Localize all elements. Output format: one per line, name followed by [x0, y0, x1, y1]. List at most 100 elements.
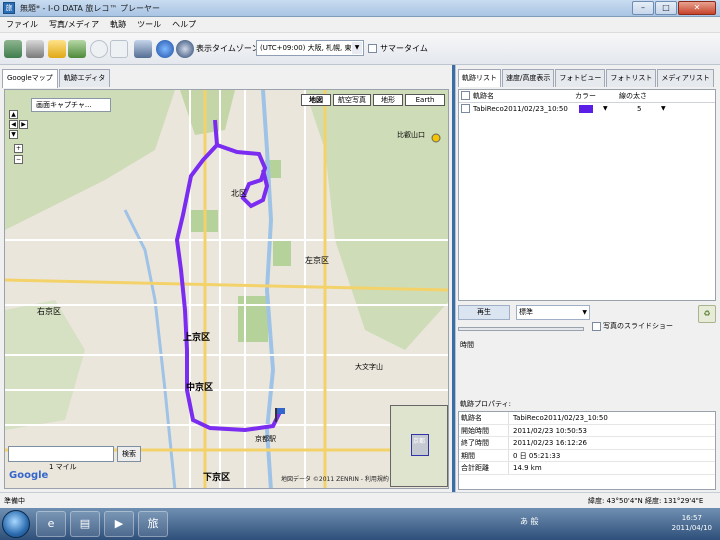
map-view[interactable]: 上京区 中京区 下京区 北区 右京区 左京区 大文字山 比叡山口 京都駅 ▲ ◀… — [4, 89, 449, 489]
time-label: 時間 — [460, 341, 474, 349]
row-checkbox[interactable] — [459, 103, 471, 116]
summer-time-checkbox[interactable] — [368, 44, 377, 53]
header-track-name[interactable]: 軌跡名 — [471, 90, 573, 102]
maximize-button[interactable]: □ — [655, 1, 677, 15]
media-player-icon[interactable]: ▶ — [104, 511, 134, 537]
speed-value: 標準 — [519, 308, 533, 316]
chevron-down-icon[interactable]: ▼ — [352, 42, 362, 54]
window-controls: – □ ✕ — [632, 1, 716, 15]
prop-key: 終了時間 — [459, 437, 509, 449]
minimize-button[interactable]: – — [632, 1, 654, 15]
label-kamigyo: 上京区 — [183, 333, 211, 343]
slideshow-checkbox[interactable] — [592, 321, 601, 331]
speed-select[interactable]: 標準 ▼ — [516, 305, 590, 320]
play-button[interactable]: 再生 — [458, 305, 510, 320]
status-bar: 準備中 緯度: 43°50'4"N 経度: 131°29'4"E — [0, 492, 720, 508]
row-width-select[interactable]: 5 ▼ — [617, 103, 677, 116]
prop-value: 2011/02/23 16:12:26 — [513, 439, 588, 447]
color-swatch[interactable] — [579, 105, 593, 113]
tab-speed-altitude[interactable]: 速度/高度表示 — [502, 69, 555, 87]
photo-frame-icon[interactable] — [110, 40, 128, 58]
map-canvas[interactable] — [5, 90, 449, 489]
playback-slider[interactable] — [458, 327, 584, 331]
prop-key: 開始時間 — [459, 424, 509, 436]
slideshow-option[interactable]: 写真のスライドショー — [592, 321, 673, 331]
row-color-picker[interactable]: ▼ — [573, 103, 617, 116]
search-icon[interactable] — [134, 40, 152, 58]
clock-date: 2011/04/10 — [671, 524, 712, 532]
label-ukyo: 右京区 — [37, 307, 61, 316]
ie-icon[interactable]: e — [36, 511, 66, 537]
prop-key: 合計距離 — [459, 462, 509, 474]
chevron-down-icon[interactable]: ▼ — [603, 103, 608, 115]
header-checkbox[interactable] — [459, 90, 471, 102]
pan-down-button[interactable]: ▼ — [9, 130, 18, 139]
menu-help[interactable]: ヘルプ — [172, 19, 196, 30]
header-color[interactable]: カラー — [573, 90, 617, 102]
summer-time-option[interactable]: サマータイム — [368, 43, 428, 54]
explorer-icon[interactable]: ▤ — [70, 511, 100, 537]
table-row[interactable]: TabiReco2011/02/23_10:50 ▼ 5 ▼ — [459, 103, 715, 116]
header-line-width[interactable]: 線の太さ — [617, 90, 677, 102]
label-shimogyo: 下京区 — [203, 473, 231, 483]
menu-photo-media[interactable]: 写真/メディア — [49, 19, 99, 30]
map-search-button[interactable]: 検索 — [117, 446, 141, 462]
maptype-earth[interactable]: Earth — [405, 94, 445, 106]
stamp-icon[interactable] — [26, 40, 44, 58]
pan-left-button[interactable]: ◀ — [9, 120, 18, 129]
label-hieizan: 比叡山口 — [397, 131, 425, 139]
chevron-down-icon[interactable]: ▼ — [661, 103, 666, 115]
clock-icon[interactable] — [90, 40, 108, 58]
zoom-out-button[interactable]: − — [14, 155, 23, 164]
prop-key: 期間 — [459, 449, 509, 461]
status-text: 準備中 — [4, 497, 25, 505]
playback-bar: 再生 標準 ▼ ♻ — [458, 305, 716, 323]
menu-file[interactable]: ファイル — [6, 19, 38, 30]
timezone-label: 表示タイムゾーン: — [196, 44, 263, 53]
map-search-input[interactable] — [8, 446, 114, 462]
maptype-terrain[interactable]: 地形 — [373, 94, 403, 106]
globe-icon[interactable] — [156, 40, 174, 58]
tab-track-editor[interactable]: 軌跡エディタ — [58, 69, 111, 87]
print-icon[interactable] — [4, 40, 22, 58]
menu-track[interactable]: 軌跡 — [110, 19, 126, 30]
ime-indicator[interactable]: あ 般 — [520, 516, 539, 527]
close-button[interactable]: ✕ — [678, 1, 716, 15]
tab-photo-view[interactable]: フォトビュー — [555, 69, 606, 87]
tab-google-map[interactable]: Googleマップ — [2, 69, 58, 88]
timezone-select[interactable]: (UTC+09:00) 大阪, 札幌, 東京 ▼ — [256, 40, 364, 56]
track-list[interactable]: 軌跡名 カラー 線の太さ TabiReco2011/02/23_10:50 ▼ … — [458, 89, 716, 301]
label-nakagyo: 中京区 — [186, 383, 214, 393]
system-clock[interactable]: 16:57 2011/04/10 — [672, 513, 712, 533]
map-copyright: 地図データ ©2011 ZENRIN - 利用規約 — [281, 476, 389, 483]
tabireco-app-icon[interactable]: 旅 — [138, 511, 168, 537]
menu-tools[interactable]: ツール — [137, 19, 161, 30]
toolbar: 表示タイムゾーン: (UTC+09:00) 大阪, 札幌, 東京 ▼ サマータイ… — [0, 33, 720, 65]
zoom-in-button[interactable]: + — [14, 144, 23, 153]
maptype-satellite[interactable]: 航空写真 — [333, 94, 371, 106]
tab-photo-list[interactable]: フォトリスト — [606, 69, 657, 87]
app-icon[interactable]: 旅 — [3, 2, 15, 14]
prop-value: 2011/02/23 10:50:53 — [513, 426, 588, 435]
open-folder-icon[interactable] — [48, 40, 66, 58]
tab-media-list[interactable]: メディアリスト — [657, 69, 714, 87]
screen-capture-button[interactable]: 画面キャプチャ... — [31, 98, 111, 112]
cursor-coordinates: 緯度: 43°50'4"N 経度: 131°29'4"E — [588, 497, 704, 505]
tab-track-list[interactable]: 軌跡リスト — [458, 69, 501, 87]
chevron-down-icon[interactable]: ▼ — [582, 306, 587, 319]
pan-right-button[interactable]: ▶ — [19, 120, 28, 129]
timezone-value: (UTC+09:00) 大阪, 札幌, 東京 — [260, 44, 359, 52]
prop-row: 軌跡名 TabiReco2011/02/23_10:50 — [459, 412, 715, 425]
clear-track-icon[interactable]: ♻ — [698, 305, 716, 323]
google-logo: Google — [9, 470, 49, 481]
maptype-map[interactable]: 地図 — [301, 94, 331, 106]
import-photos-icon[interactable] — [68, 40, 86, 58]
google-earth-icon[interactable] — [176, 40, 194, 58]
title-bar: 旅 無題* - I-O DATA 旅レコ™ プレーヤー – □ ✕ — [0, 0, 720, 17]
prop-row: 終了時間 2011/02/23 16:12:26 — [459, 437, 715, 450]
row-track-name: TabiReco2011/02/23_10:50 — [473, 105, 568, 113]
prop-row: 期間 0 日 05:21:33 — [459, 449, 715, 462]
pan-up-button[interactable]: ▲ — [9, 110, 18, 119]
overview-minimap[interactable]: 京都 — [390, 405, 448, 487]
start-button[interactable] — [2, 510, 30, 538]
